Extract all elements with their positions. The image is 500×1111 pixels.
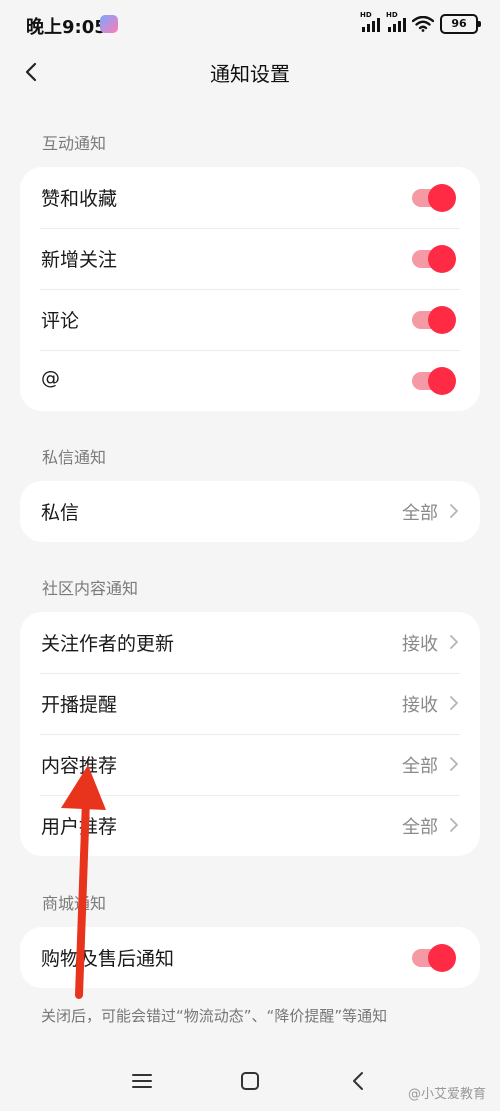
chevron-right-icon bbox=[450, 696, 458, 710]
setting-value: 全部 bbox=[402, 503, 438, 524]
chevron-right-icon bbox=[450, 818, 458, 832]
likes-toggle[interactable] bbox=[412, 184, 456, 212]
setting-row-new-follower[interactable]: 新增关注 bbox=[20, 228, 480, 289]
setting-row-direct-messages[interactable]: 私信 全部 bbox=[20, 481, 480, 542]
back-nav-icon[interactable] bbox=[343, 1066, 373, 1096]
setting-label: 赞和收藏 bbox=[41, 188, 118, 210]
setting-label: 内容推荐 bbox=[41, 755, 118, 777]
shopping-toggle[interactable] bbox=[412, 944, 456, 972]
setting-row-comments[interactable]: 评论 bbox=[20, 289, 480, 350]
chevron-right-icon bbox=[450, 635, 458, 649]
status-indicators: HD HD 96 bbox=[360, 11, 481, 34]
setting-label: 开播提醒 bbox=[41, 694, 118, 716]
setting-label: 私信 bbox=[41, 502, 80, 524]
section-label-community: 社区内容通知 bbox=[42, 579, 139, 598]
page-title: 通知设置 bbox=[210, 62, 290, 86]
community-card: 关注作者的更新 接收 开播提醒 接收 内容推荐 全部 用户推荐 全部 bbox=[20, 612, 480, 856]
menu-icon[interactable] bbox=[127, 1066, 157, 1096]
app-notification-icon bbox=[100, 15, 118, 33]
watermark: @小艾爱教育 bbox=[407, 1087, 486, 1102]
footer-note: 关闭后，可能会错过“物流动态”、“降价提醒”等通知 bbox=[41, 1007, 388, 1025]
battery-icon: 96 bbox=[440, 14, 481, 34]
chevron-right-icon bbox=[450, 504, 458, 518]
section-label-mall: 商城通知 bbox=[42, 894, 107, 913]
setting-row-mentions[interactable]: @ bbox=[20, 350, 480, 411]
messages-card: 私信 全部 bbox=[20, 481, 480, 542]
section-label-messages: 私信通知 bbox=[42, 448, 107, 467]
comments-toggle[interactable] bbox=[412, 306, 456, 334]
status-time: 晚上9:05 bbox=[26, 17, 107, 38]
setting-row-content-recommendation[interactable]: 内容推荐 全部 bbox=[20, 734, 480, 795]
signal-icon: HD bbox=[360, 11, 380, 32]
signal-icon: HD bbox=[386, 11, 406, 32]
setting-label: 关注作者的更新 bbox=[41, 633, 175, 655]
mall-card: 购物及售后通知 bbox=[20, 927, 480, 988]
setting-value: 接收 bbox=[402, 634, 438, 655]
setting-value: 全部 bbox=[402, 817, 438, 838]
section-label-interaction: 互动通知 bbox=[42, 134, 107, 153]
home-icon[interactable] bbox=[235, 1066, 265, 1096]
setting-row-likes[interactable]: 赞和收藏 bbox=[20, 167, 480, 228]
setting-value: 全部 bbox=[402, 756, 438, 777]
setting-label: @ bbox=[41, 367, 60, 389]
wifi-icon bbox=[412, 16, 434, 32]
chevron-right-icon bbox=[450, 757, 458, 771]
setting-label: 评论 bbox=[41, 310, 80, 332]
title-bar: 通知设置 bbox=[0, 48, 500, 96]
new-follower-toggle[interactable] bbox=[412, 245, 456, 273]
setting-value: 接收 bbox=[402, 695, 438, 716]
setting-row-live-reminder[interactable]: 开播提醒 接收 bbox=[20, 673, 480, 734]
setting-row-user-recommendation[interactable]: 用户推荐 全部 bbox=[20, 795, 480, 856]
mentions-toggle[interactable] bbox=[412, 367, 456, 395]
status-bar: 晚上9:05 HD HD 96 bbox=[0, 0, 500, 48]
setting-row-shopping-notifications[interactable]: 购物及售后通知 bbox=[20, 927, 480, 988]
setting-row-followed-author-updates[interactable]: 关注作者的更新 接收 bbox=[20, 612, 480, 673]
setting-label: 购物及售后通知 bbox=[41, 948, 175, 970]
interaction-card: 赞和收藏 新增关注 评论 @ bbox=[20, 167, 480, 411]
setting-label: 用户推荐 bbox=[41, 816, 118, 838]
setting-label: 新增关注 bbox=[41, 249, 118, 271]
